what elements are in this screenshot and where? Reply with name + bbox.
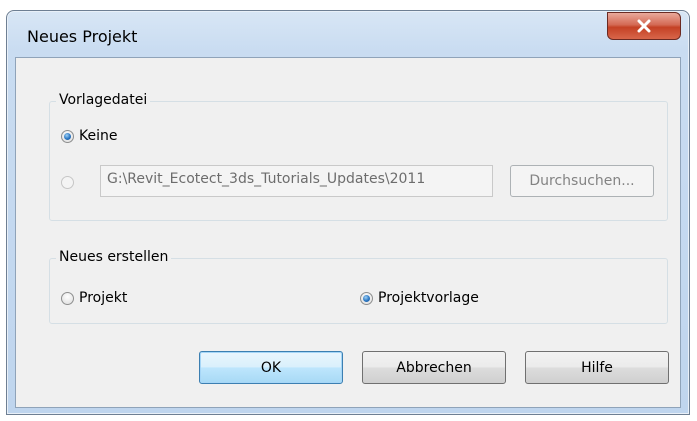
radio-project-template-label: Projektvorlage xyxy=(378,290,479,306)
radio-template-file-indicator[interactable] xyxy=(61,176,74,189)
dialog-title: Neues Projekt xyxy=(27,27,138,46)
close-x-icon xyxy=(636,19,652,33)
dialog-client-area: Vorlagedatei Keine G:\Revit_Ecotect_3ds_… xyxy=(15,57,681,408)
new-project-dialog: Neues Projekt Vorlagedatei Keine G:\Revi… xyxy=(6,10,690,415)
create-new-group: Neues erstellen Projekt Projektvorlage xyxy=(49,249,668,324)
radio-project-label: Projekt xyxy=(79,290,128,306)
radio-project-template-indicator[interactable] xyxy=(360,291,373,305)
radio-none[interactable]: Keine xyxy=(61,128,117,144)
radio-none-label: Keine xyxy=(79,128,118,144)
help-button[interactable]: Hilfe xyxy=(525,351,669,384)
close-button[interactable] xyxy=(607,12,681,40)
radio-template-file[interactable] xyxy=(61,176,79,189)
template-file-legend: Vorlagedatei xyxy=(56,92,151,108)
radio-project[interactable]: Projekt xyxy=(61,290,127,306)
cancel-button[interactable]: Abbrechen xyxy=(362,351,506,384)
title-bar[interactable]: Neues Projekt xyxy=(7,11,689,55)
radio-project-template[interactable]: Projektvorlage xyxy=(360,290,479,306)
template-file-group: Vorlagedatei Keine G:\Revit_Ecotect_3ds_… xyxy=(49,92,668,221)
create-new-legend: Neues erstellen xyxy=(56,249,172,265)
ok-button[interactable]: OK xyxy=(199,351,343,384)
browse-button[interactable]: Durchsuchen... xyxy=(510,165,654,197)
template-path-field[interactable]: G:\Revit_Ecotect_3ds_Tutorials_Updates\2… xyxy=(100,165,493,197)
radio-project-indicator[interactable] xyxy=(61,291,74,305)
radio-none-indicator[interactable] xyxy=(61,129,74,143)
